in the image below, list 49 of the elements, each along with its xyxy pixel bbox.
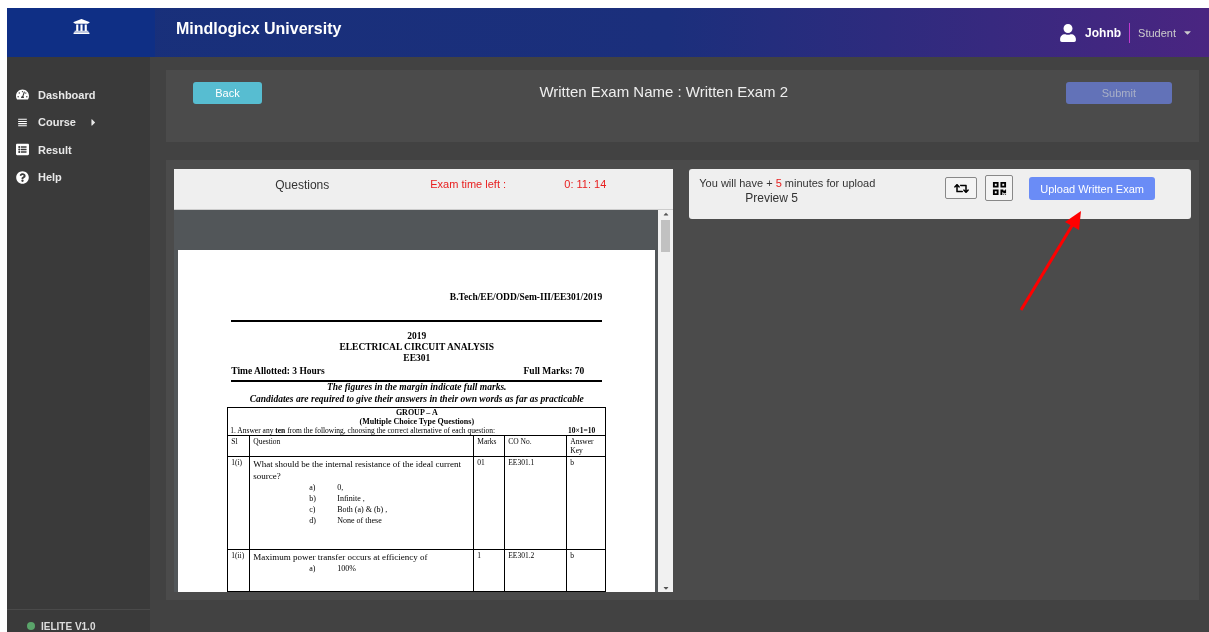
option-text: None of these: [337, 515, 383, 526]
upload-note: You will have + 5 minutes for upload: [699, 177, 877, 189]
option-letter: a): [309, 563, 317, 574]
qr-code-button[interactable]: [985, 175, 1014, 201]
option-text: Infinite ,: [337, 493, 366, 504]
option-letter: c): [309, 504, 317, 515]
option-letter: d): [309, 515, 317, 526]
user-name: Johnb: [1085, 22, 1131, 43]
option-text: Both (a) & (b) ,: [337, 504, 389, 515]
qr-code-icon: [991, 180, 1007, 196]
timer-value: 0: 11: 14: [564, 178, 607, 190]
option-text: 100%: [337, 563, 357, 574]
document-reference: B.Tech/EE/ODD/Sem-III/EE301/2019: [448, 292, 603, 302]
question-text: What should be the internal resistance of the ideal current source?: [253, 458, 462, 482]
scroll-up-icon[interactable]: [661, 210, 670, 218]
rotate-button[interactable]: [945, 177, 978, 199]
option-letter: a): [309, 482, 317, 493]
instruction-text: Candidates are required to give their answers in their own words as far as practicable: [248, 393, 585, 405]
option-letter: b): [309, 493, 317, 504]
site-title: Mindlogicx University: [175, 19, 343, 39]
time-allotted: Time Allotted: 3 Hours: [231, 366, 325, 376]
user-icon: [1059, 23, 1078, 42]
option-text: 0,: [337, 482, 345, 493]
sidebar-item[interactable]: Dashboard: [7, 81, 151, 109]
group-subtitle: (Multiple Choice Type Questions): [358, 417, 476, 426]
help-icon: [16, 170, 29, 184]
version-label: IELITE V1.0: [41, 621, 96, 632]
exam-title: Written Exam Name : Written Exam 2: [538, 82, 790, 100]
sidebar-item[interactable]: Result: [7, 136, 151, 164]
status-dot: [27, 622, 35, 630]
group-title: GROUP – A: [394, 408, 439, 417]
sidebar-item[interactable]: Help: [7, 163, 151, 191]
preview-label: Preview 5: [744, 191, 799, 205]
question-text: Maximum power transfer occurs at efficiency of: [253, 551, 429, 563]
questions-title: Questions: [274, 178, 331, 192]
subject-title: ELECTRICAL CIRCUIT ANALYSIS: [338, 342, 496, 353]
sidebar-item[interactable]: Course: [7, 108, 151, 136]
dashboard-icon: [16, 88, 29, 102]
subject-code: EE301: [402, 353, 432, 364]
full-marks: Full Marks: 70: [523, 366, 585, 376]
timer-label: Exam time left :: [430, 178, 508, 190]
university-icon: [72, 18, 90, 35]
instruction-text: The figures in the margin indicate full marks.: [326, 382, 508, 394]
scroll-thumb[interactable]: [661, 220, 671, 252]
role-dropdown[interactable]: Student: [1138, 26, 1193, 39]
exam-year: 2019: [406, 331, 428, 342]
scrollbar[interactable]: [658, 210, 674, 592]
scroll-down-icon[interactable]: [661, 584, 670, 592]
table-icon: [16, 143, 29, 157]
